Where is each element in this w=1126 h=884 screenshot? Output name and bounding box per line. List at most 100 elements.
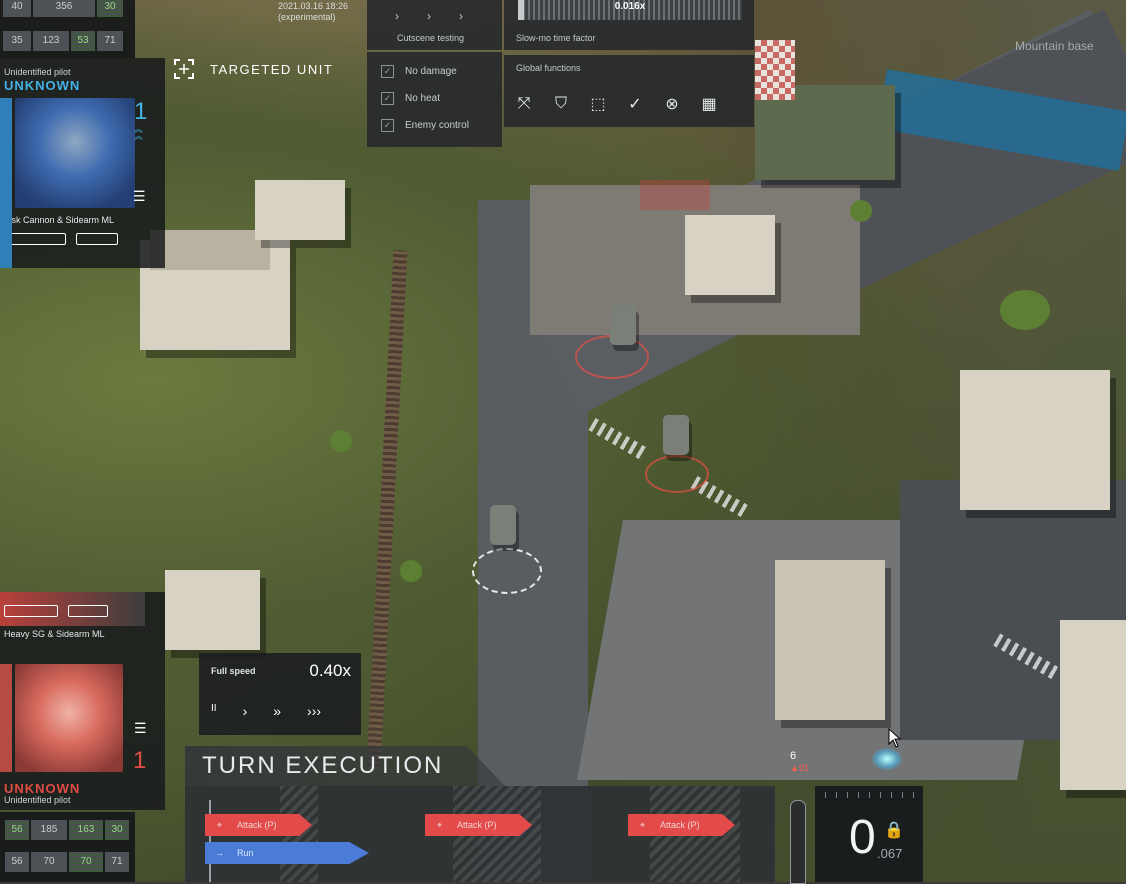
turn-execution-header: TURN EXECUTION <box>185 746 505 786</box>
weapon-icons <box>4 232 124 250</box>
stat-value: 70 <box>69 852 103 872</box>
action-attack[interactable]: ⌖ Attack (P) <box>628 814 735 836</box>
stat-grid: 56 70 70 71 <box>5 852 129 872</box>
timeline-scrubber[interactable] <box>209 800 211 882</box>
tower-building <box>775 560 885 720</box>
pilot-card-top[interactable]: Unidentified pilot UNKNOWN 1 ︽ ︽ ☰ Fisk C… <box>0 58 165 268</box>
pilot-role: Unidentified pilot <box>4 795 71 805</box>
action-attack[interactable]: ⌖ Attack (P) <box>425 814 532 836</box>
expand-icon[interactable]: ⤧ <box>513 93 535 115</box>
player-mech[interactable] <box>490 505 516 545</box>
fast-forward-button[interactable]: » <box>273 703 281 719</box>
checkbox-label: No heat <box>405 93 441 104</box>
unit-marker-hp: ▲91 <box>790 763 809 773</box>
enemy-mech[interactable] <box>610 305 636 345</box>
pilot-card-bottom[interactable]: Heavy SG & Sidearm ML ☰ 1 UNKNOWN Uniden… <box>0 592 165 810</box>
enemy-range-ring <box>645 455 709 493</box>
checkbox-icon[interactable]: ✓ <box>381 92 394 105</box>
debug-checks-panel: ✓ No damage ✓ No heat ✓ Enemy control <box>367 52 502 147</box>
pilot-portrait <box>15 664 123 772</box>
unit-marker[interactable]: 6 ▲91 <box>790 750 809 774</box>
pilot-level: 1 <box>133 747 147 774</box>
checkbox-icon[interactable]: ✓ <box>381 65 394 78</box>
check-circle-icon[interactable]: ✓ <box>624 93 646 115</box>
speed-panel: Full speed 0.40x II › » ››› <box>199 653 361 735</box>
checkbox-icon[interactable]: ✓ <box>381 119 394 132</box>
cutscene-panel: ››› Cutscene testing <box>367 0 502 50</box>
debug-check-no-damage[interactable]: ✓ No damage <box>381 58 502 85</box>
sidearm-icon <box>68 605 109 617</box>
building <box>165 570 260 650</box>
shotgun-icon <box>4 605 58 617</box>
stat-value: 123 <box>33 31 69 51</box>
grid-icon[interactable]: ▦ <box>698 93 720 115</box>
global-functions-label: Global functions <box>516 63 581 73</box>
heat-gauge <box>790 800 806 884</box>
stat-value: 30 <box>97 0 123 17</box>
armor-icon: ☰ <box>134 720 147 736</box>
building <box>1060 620 1126 790</box>
debug-check-no-heat[interactable]: ✓ No heat <box>381 85 502 112</box>
action-label: Run <box>237 848 254 858</box>
cutscene-label: Cutscene testing <box>397 33 465 43</box>
play-button[interactable]: › <box>243 703 248 719</box>
select-box-icon[interactable]: ⬚ <box>587 93 609 115</box>
targeted-unit[interactable]: TARGETED UNIT <box>172 57 333 81</box>
checker-wall <box>755 40 795 100</box>
checkbox-label: No damage <box>405 66 457 77</box>
stat-value: 71 <box>97 31 123 51</box>
game-world[interactable]: 6 ▲91 <box>0 0 1126 882</box>
run-arrow-icon: → <box>215 848 224 858</box>
glow-marker <box>872 748 902 770</box>
timer-main: 0 <box>849 811 876 864</box>
slowmo-slider[interactable]: 0.016x <box>518 0 742 20</box>
stat-value: 356 <box>33 0 95 17</box>
action-run[interactable]: → Run <box>205 842 369 864</box>
unit-marker-hp-value: 91 <box>798 763 809 773</box>
timer-fraction: .067 <box>877 846 903 861</box>
shield-down-icon[interactable]: ⛉ <box>550 93 572 115</box>
enemy-mech[interactable] <box>663 415 689 455</box>
tree <box>850 200 872 222</box>
target-reticle-icon <box>172 57 196 81</box>
action-attack[interactable]: ⌖ Attack (P) <box>205 814 312 836</box>
pilot-portrait <box>15 98 135 208</box>
pilot-level: 1 <box>134 98 148 125</box>
timeline-panel: ⌖ Attack (P) → Run ⌖ Attack (P) ⌖ Attack… <box>185 786 775 882</box>
rank-chevron-icon: ︽ ︽ <box>134 124 144 141</box>
armor-icon: ☰ <box>133 188 146 204</box>
stat-grid: 35 123 53 71 <box>3 31 123 51</box>
cancel-circle-icon[interactable]: ⊗ <box>661 93 683 115</box>
global-functions-panel: Global functions ⤧ ⛉ ⬚ ✓ ⊗ ▦ <box>504 55 754 127</box>
stat-grid: 40 356 30 <box>3 0 123 17</box>
cutscene-arrows: ››› <box>395 9 491 23</box>
stat-value: 56 <box>5 820 29 840</box>
action-label: Attack (P) <box>457 820 497 830</box>
pilot-name: UNKNOWN <box>4 781 81 796</box>
pause-button[interactable]: II <box>211 703 217 719</box>
fastest-button[interactable]: ››› <box>307 703 321 719</box>
building <box>255 180 345 240</box>
checkbox-label: Enemy control <box>405 120 469 131</box>
pilot-card-bg <box>0 664 12 772</box>
slowmo-value: 0.016x <box>614 1 646 12</box>
build-info: 2021.03.16 18:26 (experimental) <box>278 1 348 23</box>
global-functions-icons: ⤧ ⛉ ⬚ ✓ ⊗ ▦ <box>513 93 735 115</box>
top-left-stats-panel: 40 356 30 35 123 53 71 <box>0 0 135 58</box>
pilot-role: Unidentified pilot <box>4 67 71 77</box>
building <box>960 370 1110 510</box>
stat-value: 40 <box>3 0 31 17</box>
stat-value: 30 <box>105 820 129 840</box>
mission-title: Mountain base <box>1015 39 1094 53</box>
loadout-label: Heavy SG & Sidearm ML <box>4 629 105 639</box>
debug-check-enemy-control[interactable]: ✓ Enemy control <box>381 112 502 139</box>
pilot-card-bg <box>0 98 12 268</box>
timer-panel: 0 🔒 .067 <box>815 786 923 882</box>
speed-value: 0.40x <box>309 661 351 680</box>
bottom-left-stats-panel: 56 185 163 30 56 70 70 71 <box>0 812 135 882</box>
attack-icon: ⌖ <box>640 820 646 830</box>
targeted-unit-label: TARGETED UNIT <box>210 61 334 77</box>
action-label: Attack (P) <box>237 820 277 830</box>
selected-unit-ring <box>472 548 542 594</box>
attack-icon: ⌖ <box>437 820 443 830</box>
